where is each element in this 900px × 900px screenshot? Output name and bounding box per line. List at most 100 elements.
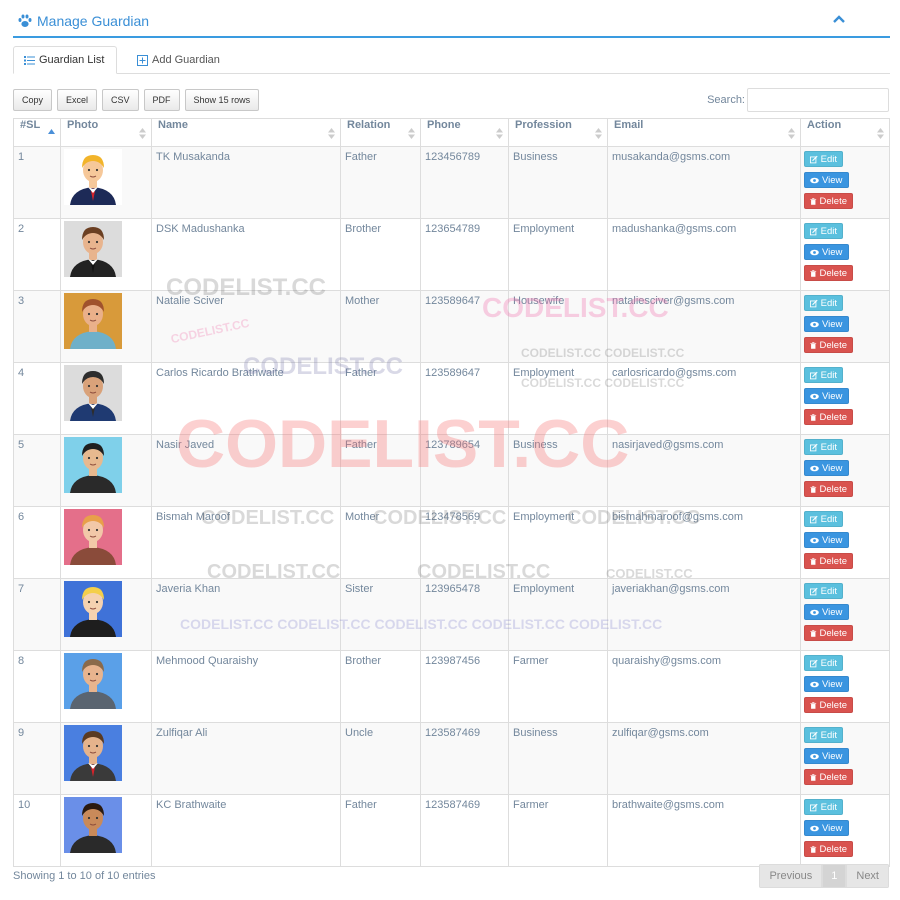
column-header-email[interactable]: Email — [607, 118, 801, 147]
avatar — [64, 653, 122, 709]
tab-add-guardian[interactable]: Add Guardian — [127, 46, 230, 74]
cell-profession: Employment — [508, 506, 608, 579]
cell-phone: 123456789 — [420, 146, 509, 219]
avatar — [64, 293, 122, 349]
sort-icon — [328, 128, 335, 139]
cell-name: Natalie Sciver — [151, 290, 341, 363]
cell-name: KC Brathwaite — [151, 794, 341, 867]
cell-profession: Farmer — [508, 794, 608, 867]
chevron-up-icon[interactable] — [832, 12, 846, 26]
edit-button[interactable]: Edit — [804, 655, 843, 671]
avatar — [64, 365, 122, 421]
cell-name: Javeria Khan — [151, 578, 341, 651]
copy-button[interactable]: Copy — [13, 89, 53, 111]
cell-name: Nasir Javed — [151, 434, 341, 507]
cell-relation: Mother — [340, 290, 421, 363]
cell-photo — [60, 362, 152, 435]
delete-button[interactable]: Delete — [804, 265, 853, 281]
column-header-photo[interactable]: Photo — [60, 118, 152, 147]
cell-actions: Edit View Delete — [800, 434, 890, 507]
search-box: Search: — [707, 88, 889, 112]
edit-button[interactable]: Edit — [804, 727, 843, 743]
edit-icon — [810, 155, 818, 163]
edit-icon — [810, 299, 818, 307]
column-header-action[interactable]: Action — [800, 118, 890, 147]
cell-sl: 5 — [13, 434, 61, 507]
previous-button[interactable]: Previous — [759, 864, 823, 888]
cell-relation: Father — [340, 434, 421, 507]
tab-label: Guardian List — [39, 54, 105, 66]
edit-button[interactable]: Edit — [804, 439, 843, 455]
edit-icon — [810, 587, 818, 595]
cell-photo — [60, 434, 152, 507]
cell-actions: Edit View Delete — [800, 146, 890, 219]
view-button[interactable]: View — [804, 316, 849, 332]
cell-actions: Edit View Delete — [800, 578, 890, 651]
edit-button[interactable]: Edit — [804, 799, 843, 815]
column-header-sl[interactable]: #SL — [13, 118, 61, 147]
delete-button[interactable]: Delete — [804, 553, 853, 569]
cell-phone: 123965478 — [420, 578, 509, 651]
table-row: 4 Carlos Ricardo Brathwaite Father 12358… — [13, 362, 890, 435]
edit-button[interactable]: Edit — [804, 511, 843, 527]
column-header-relation[interactable]: Relation — [340, 118, 421, 147]
tab-guardian-list[interactable]: Guardian List — [13, 46, 117, 74]
page-length-button[interactable]: Show 15 rows — [184, 89, 260, 111]
view-button[interactable]: View — [804, 532, 849, 548]
cell-photo — [60, 650, 152, 723]
next-button[interactable]: Next — [846, 864, 889, 888]
pdf-button[interactable]: PDF — [143, 89, 180, 111]
edit-button[interactable]: Edit — [804, 367, 843, 383]
plus-square-icon — [137, 54, 148, 66]
cell-name: Bismah Maroof — [151, 506, 341, 579]
cell-name: TK Musakanda — [151, 146, 341, 219]
delete-button[interactable]: Delete — [804, 697, 853, 713]
cell-sl: 2 — [13, 218, 61, 291]
edit-button[interactable]: Edit — [804, 223, 843, 239]
delete-button[interactable]: Delete — [804, 481, 853, 497]
delete-button[interactable]: Delete — [804, 409, 853, 425]
table-row: 8 Mehmood Quaraishy Brother 123987456 Fa… — [13, 650, 890, 723]
column-header-profession[interactable]: Profession — [508, 118, 608, 147]
cell-name: Mehmood Quaraishy — [151, 650, 341, 723]
view-button[interactable]: View — [804, 676, 849, 692]
cell-actions: Edit View Delete — [800, 506, 890, 579]
delete-button[interactable]: Delete — [804, 841, 853, 857]
sort-icon — [408, 128, 415, 139]
view-button[interactable]: View — [804, 388, 849, 404]
view-button[interactable]: View — [804, 748, 849, 764]
delete-button[interactable]: Delete — [804, 193, 853, 209]
page-1-button[interactable]: 1 — [822, 864, 847, 888]
cell-profession: Business — [508, 434, 608, 507]
delete-button[interactable]: Delete — [804, 769, 853, 785]
cell-photo — [60, 146, 152, 219]
view-button[interactable]: View — [804, 460, 849, 476]
trash-icon — [810, 485, 817, 493]
column-header-name[interactable]: Name — [151, 118, 341, 147]
search-input[interactable] — [747, 88, 889, 112]
edit-icon — [810, 371, 818, 379]
guardian-table: #SL Photo Name Relation Phone Profession… — [13, 118, 890, 867]
table-row: 7 Javeria Khan Sister 123965478 Employme… — [13, 578, 890, 651]
view-button[interactable]: View — [804, 820, 849, 836]
excel-button[interactable]: Excel — [57, 89, 98, 111]
view-button[interactable]: View — [804, 244, 849, 260]
delete-button[interactable]: Delete — [804, 337, 853, 353]
cell-name: DSK Madushanka — [151, 218, 341, 291]
eye-icon — [810, 681, 819, 687]
trash-icon — [810, 845, 817, 853]
cell-email: carlosricardo@gsms.com — [607, 362, 801, 435]
trash-icon — [810, 269, 817, 277]
column-header-phone[interactable]: Phone — [420, 118, 509, 147]
cell-profession: Business — [508, 722, 608, 795]
edit-button[interactable]: Edit — [804, 583, 843, 599]
edit-button[interactable]: Edit — [804, 295, 843, 311]
trash-icon — [810, 197, 817, 205]
delete-button[interactable]: Delete — [804, 625, 853, 641]
csv-button[interactable]: CSV — [102, 89, 139, 111]
avatar — [64, 221, 122, 277]
edit-button[interactable]: Edit — [804, 151, 843, 167]
view-button[interactable]: View — [804, 172, 849, 188]
cell-photo — [60, 218, 152, 291]
view-button[interactable]: View — [804, 604, 849, 620]
